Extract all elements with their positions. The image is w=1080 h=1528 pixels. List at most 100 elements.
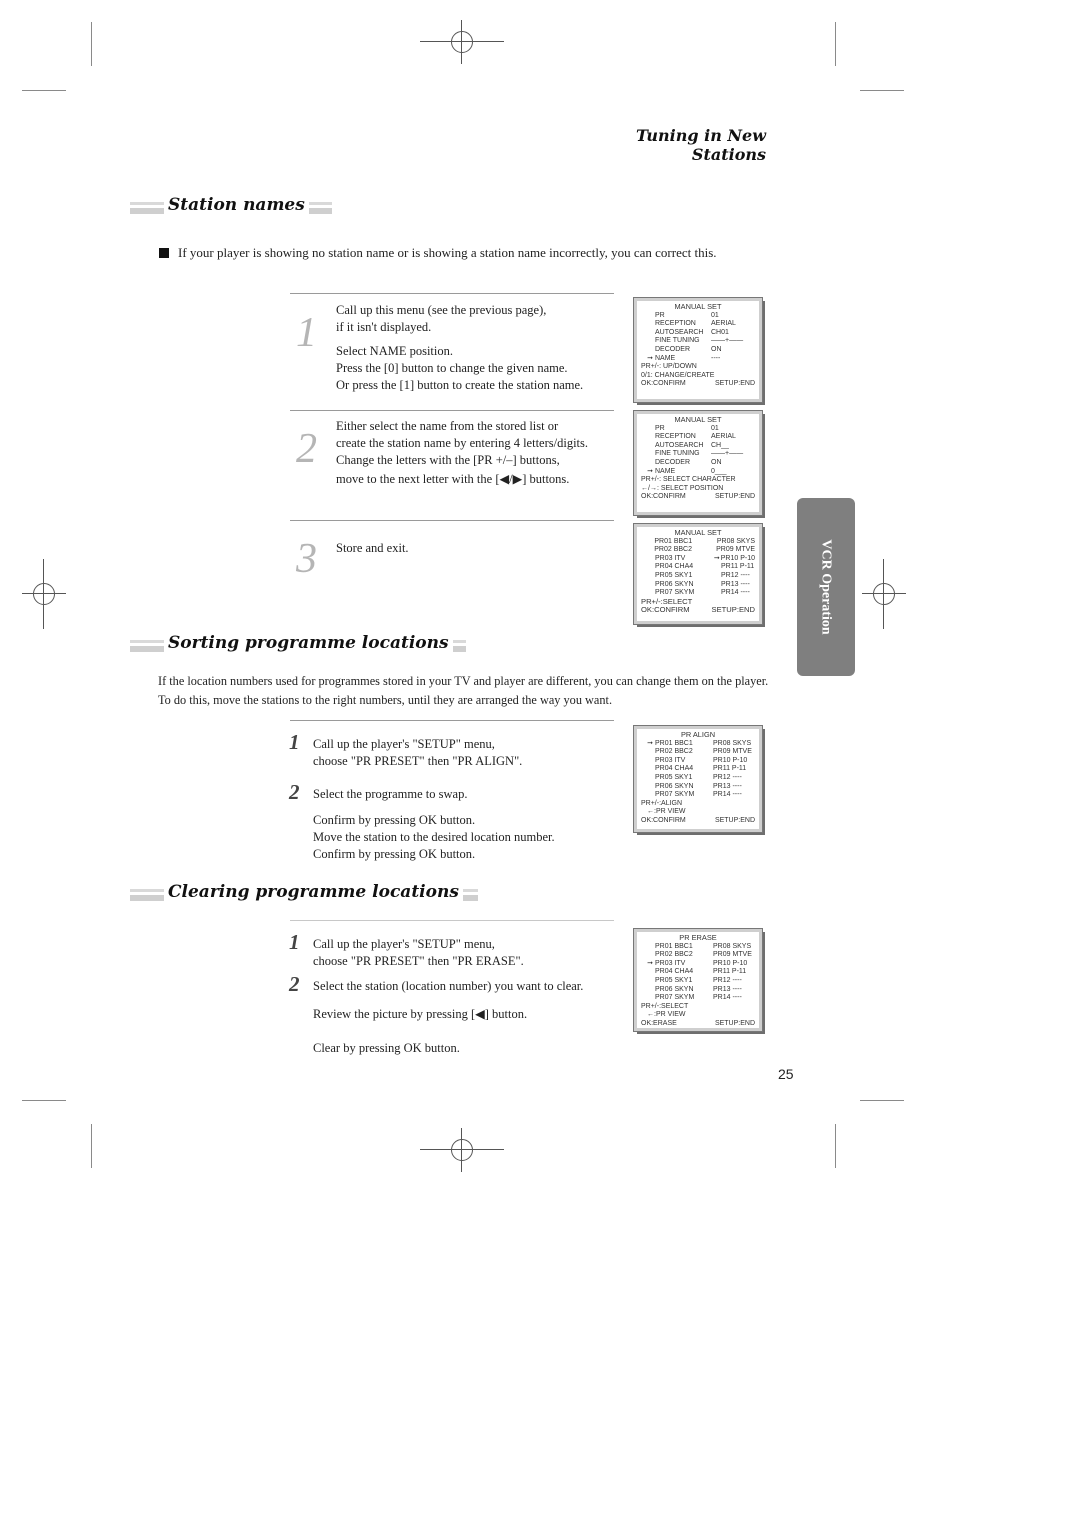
step-line: Confirm by pressing OK button. bbox=[313, 813, 476, 827]
osd-title: MANUAL SET bbox=[674, 528, 722, 537]
arrow-icon bbox=[641, 425, 655, 434]
arrow-icon bbox=[641, 433, 655, 442]
arrow-icon bbox=[641, 459, 655, 468]
osd-list-item: PR02 BBC2 bbox=[654, 546, 692, 554]
osd-help: ←:PR VIEW bbox=[647, 808, 686, 816]
arrow-icon: ➞ bbox=[647, 354, 653, 362]
arrow-icon bbox=[641, 320, 655, 329]
osd-key: AUTOSEARCH bbox=[655, 328, 704, 336]
arrow-icon bbox=[641, 977, 655, 986]
step-line: Call up the player's "SETUP" menu, bbox=[313, 937, 495, 951]
osd-value: ON bbox=[711, 458, 722, 466]
osd-title: PR ALIGN bbox=[680, 730, 716, 739]
osd-key: DECODER bbox=[655, 345, 691, 353]
arrow-icon bbox=[713, 572, 721, 581]
arrow-icon bbox=[641, 442, 655, 451]
bullet-square-icon bbox=[159, 248, 169, 258]
osd-list-item: PR13 ---- bbox=[713, 985, 742, 993]
osd-list-item: PR14 ---- bbox=[721, 589, 750, 597]
osd-key: RECEPTION bbox=[655, 320, 696, 328]
osd-screen-manual-set-1: MANUAL SET PR 01 RECEPTION AERIAL AUTOSEAR… bbox=[633, 297, 763, 403]
step-line: move to the next letter with the [◀/▶] b… bbox=[336, 472, 570, 486]
osd-screen-manual-set-2: MANUAL SET PR 01 RECEPTION AERIAL AUTOSEAR… bbox=[633, 410, 763, 516]
osd-key: FINE TUNING bbox=[655, 337, 700, 345]
side-tab-label: VCR Operation bbox=[819, 539, 834, 635]
section-heading-clearing: Clearing programme locations bbox=[130, 880, 478, 906]
running-header: Tuning in New Stations bbox=[635, 126, 766, 164]
osd-list-item: PR04 CHA4 bbox=[655, 968, 694, 976]
step-line: choose "PR PRESET" then "PR ALIGN". bbox=[313, 754, 523, 768]
osd-key: NAME bbox=[655, 354, 676, 362]
osd-list-item: PR06 SKYN bbox=[655, 580, 694, 588]
osd-value: CH01 bbox=[711, 328, 729, 336]
osd-value: ON bbox=[711, 345, 722, 353]
osd-list-item: PR13 ---- bbox=[721, 580, 750, 588]
arrow-icon: ➞ bbox=[713, 554, 720, 562]
osd-list-item: PR02 BBC2 bbox=[655, 951, 693, 959]
arrow-icon bbox=[641, 337, 655, 346]
osd-list-item: PR09 MTVE bbox=[713, 748, 752, 756]
step-line: Select the station (location number) you… bbox=[313, 979, 584, 993]
step-line: Clear by pressing OK button. bbox=[313, 1041, 460, 1055]
crop-mark bbox=[91, 22, 92, 66]
clearing-step-2-text: Select the station (location number) you… bbox=[313, 978, 613, 1057]
step-number: 3 bbox=[296, 536, 317, 582]
step-number: 1 bbox=[289, 730, 300, 754]
step-line: Select NAME position. bbox=[336, 344, 454, 358]
crop-mark bbox=[860, 90, 904, 91]
osd-list-item: PR13 ---- bbox=[713, 782, 742, 790]
osd-list-item: PR05 SKY1 bbox=[655, 571, 693, 579]
arrow-icon bbox=[641, 572, 655, 581]
osd-value: 01 bbox=[711, 311, 719, 319]
arrow-icon bbox=[709, 538, 717, 547]
osd-value: 0___ bbox=[711, 467, 727, 475]
osd-list-item: PR12 ---- bbox=[713, 773, 742, 781]
osd-list-item: PR05 SKY1 bbox=[655, 773, 693, 781]
osd-help: ←/→: SELECT POSITION bbox=[641, 484, 724, 492]
osd-help: PR+/-:SELECT bbox=[641, 1002, 689, 1010]
arrow-icon bbox=[641, 555, 655, 564]
heading-text: Clearing programme locations bbox=[164, 880, 463, 904]
arrow-icon bbox=[713, 581, 721, 590]
osd-key: FINE TUNING bbox=[655, 450, 700, 458]
arrow-icon bbox=[641, 986, 655, 995]
arrow-icon bbox=[641, 943, 655, 952]
osd-list-item: PR04 CHA4 bbox=[655, 563, 694, 571]
arrow-icon bbox=[641, 563, 655, 572]
osd-key: AUTOSEARCH bbox=[655, 441, 704, 449]
step-line: Review the picture by pressing [◀] butto… bbox=[313, 1007, 528, 1021]
osd-screen-pr-align: PR ALIGN ➞ PR01 BBC1 PR08 SKYS PR02 BBC2 PR… bbox=[633, 725, 763, 833]
arrow-icon bbox=[641, 329, 655, 338]
osd-list-item: PR10 P-10 bbox=[713, 756, 748, 764]
divider bbox=[290, 410, 614, 411]
divider bbox=[290, 293, 614, 294]
sorting-step-2-text: Select the programme to swap. Confirm by… bbox=[313, 786, 613, 863]
arrow-icon bbox=[641, 783, 655, 792]
osd-help: 0/1: CHANGE/CREATE bbox=[641, 371, 715, 379]
osd-screen-manual-set-list: MANUAL SET PR01 BBC1 PR08 SKYS PR02 BBC2 P… bbox=[633, 523, 763, 625]
step-line: create the station name by entering 4 le… bbox=[336, 436, 589, 450]
step-line: Either select the name from the stored l… bbox=[336, 419, 559, 433]
step-number: 2 bbox=[289, 972, 300, 996]
arrow-icon bbox=[641, 774, 655, 783]
step-number: 1 bbox=[296, 310, 317, 356]
osd-footer-right: SETUP:END bbox=[711, 605, 755, 615]
osd-value: ——+—— bbox=[711, 450, 744, 458]
arrow-icon bbox=[641, 757, 655, 766]
osd-value: ——+—— bbox=[711, 337, 744, 345]
arrow-icon: ➞ bbox=[647, 739, 653, 747]
osd-list-item: PR03 ITV bbox=[655, 756, 686, 764]
arrow-icon bbox=[641, 951, 655, 960]
step-line: Move the station to the desired location… bbox=[313, 830, 555, 844]
osd-list-item: PR14 ---- bbox=[713, 791, 742, 799]
crop-mark bbox=[860, 1100, 904, 1101]
step-3-text: Store and exit. bbox=[336, 540, 626, 557]
osd-footer-right: SETUP:END bbox=[714, 380, 755, 388]
step-2-text: Either select the name from the stored l… bbox=[336, 418, 626, 488]
crop-mark bbox=[835, 1124, 836, 1168]
osd-title: MANUAL SET bbox=[674, 302, 722, 311]
osd-list-item: PR06 SKYN bbox=[655, 782, 694, 790]
chapter-side-tab: VCR Operation bbox=[797, 498, 855, 676]
arrow-icon bbox=[641, 765, 655, 774]
osd-title: MANUAL SET bbox=[674, 415, 722, 424]
